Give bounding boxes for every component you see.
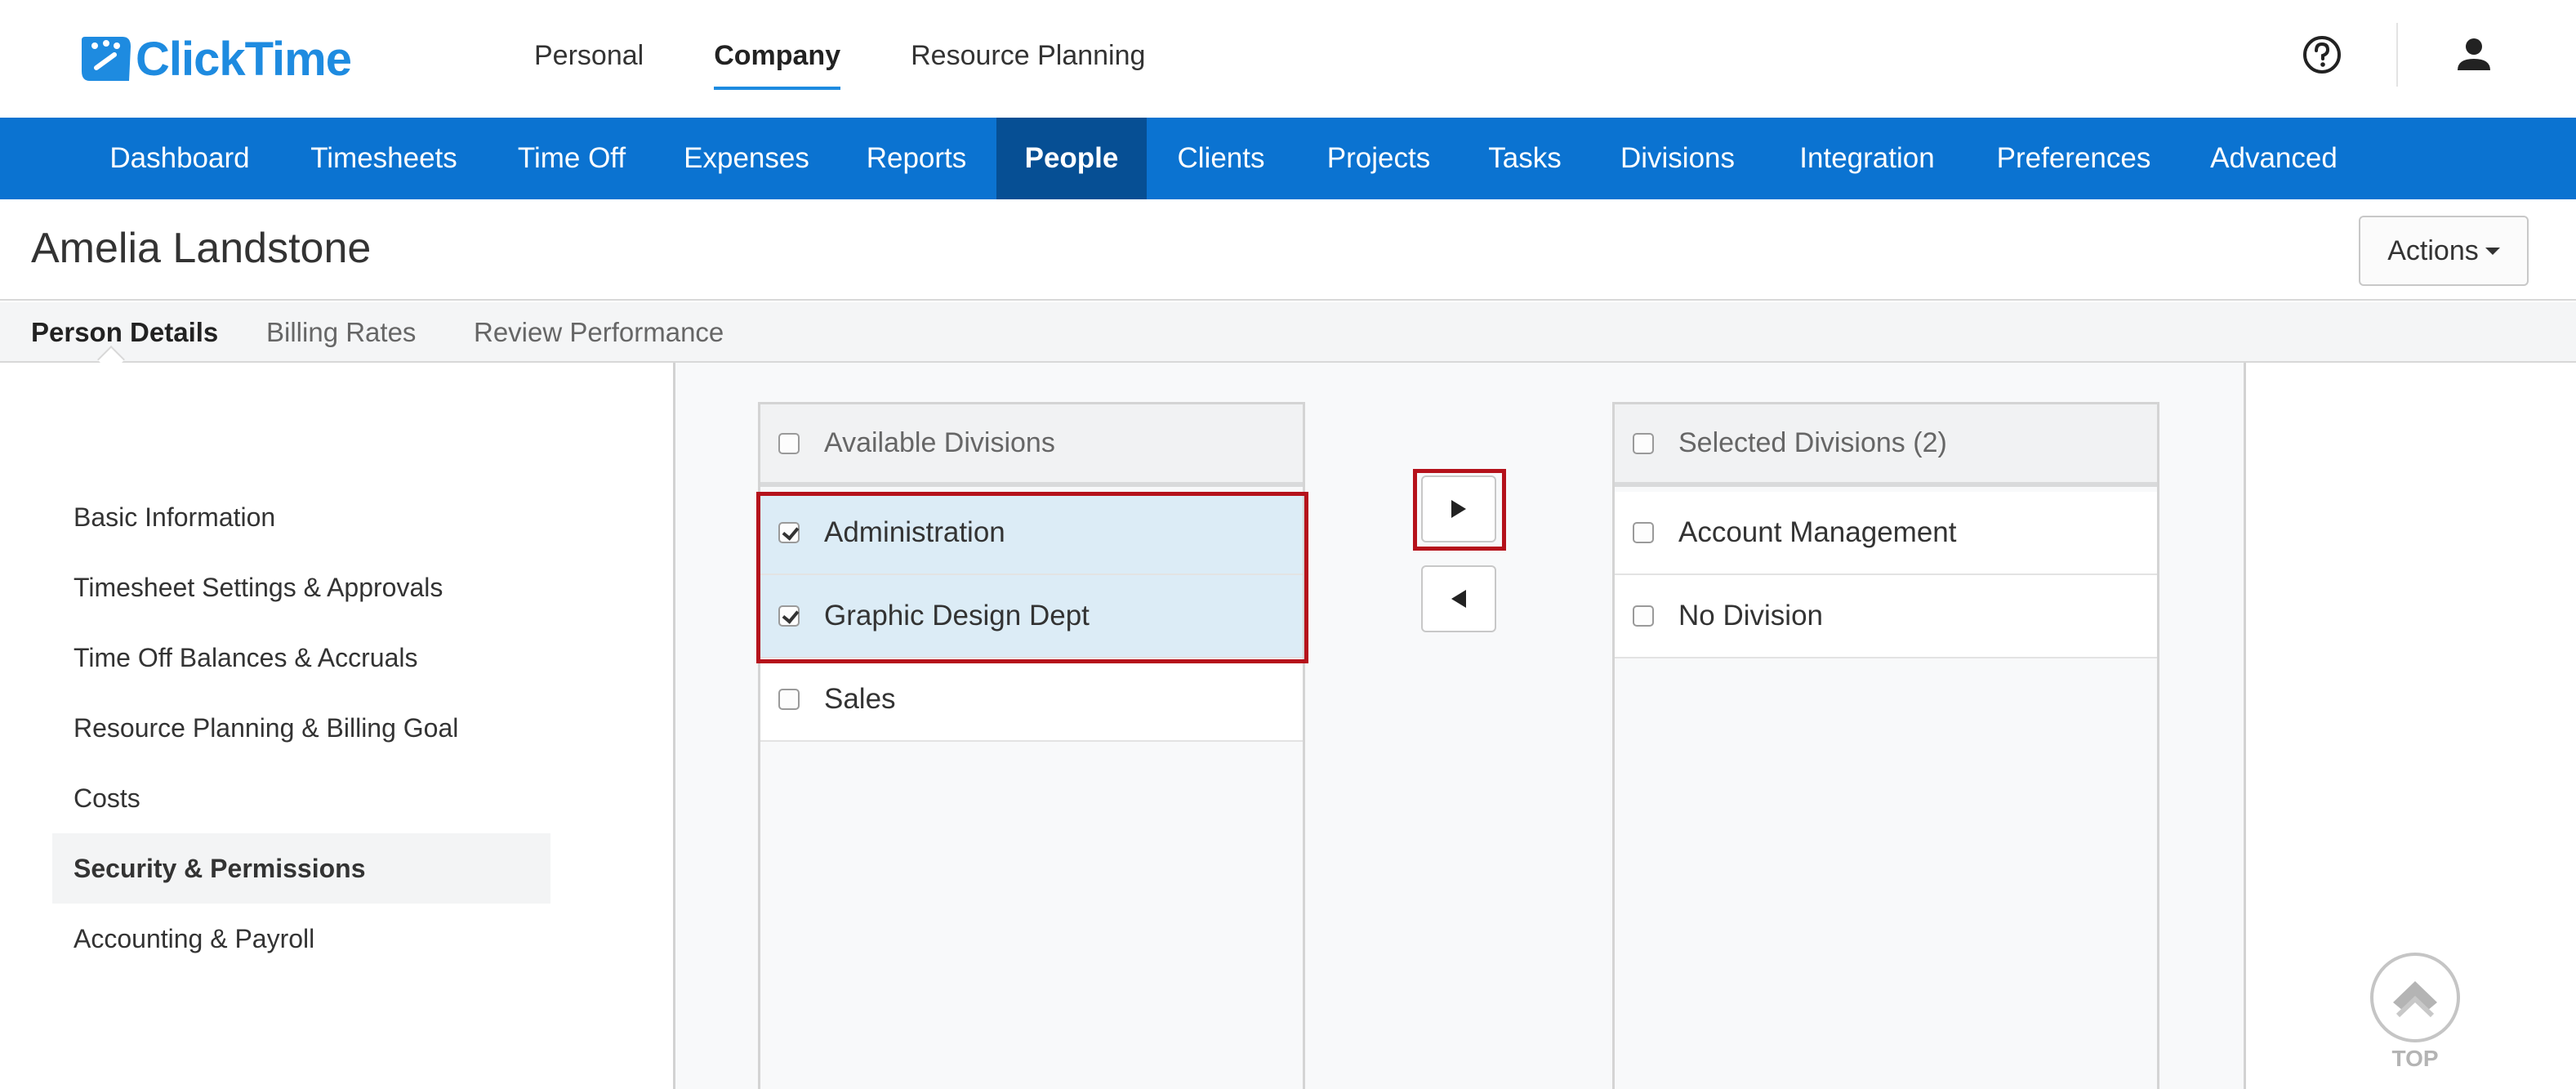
list-item-label: Account Management xyxy=(1678,516,1957,548)
top-nav-personal[interactable]: Personal xyxy=(534,33,644,87)
main-nav-tasks[interactable]: Tasks xyxy=(1475,118,1575,199)
available-divisions-header: Available Divisions xyxy=(760,402,1303,487)
user-icon[interactable] xyxy=(2453,34,2494,75)
list-item-label: Graphic Design Dept xyxy=(824,600,1090,632)
list-item-label: No Division xyxy=(1678,600,1823,632)
selected-divisions-title: Selected Divisions (2) xyxy=(1678,427,1947,458)
logo-text: ClickTime xyxy=(136,32,352,86)
main-nav: Dashboard Timesheets Time Off Expenses R… xyxy=(0,118,2576,199)
available-divisions-title: Available Divisions xyxy=(824,427,1055,458)
list-item-account-management[interactable]: Account Management xyxy=(1615,492,2157,575)
main-nav-time-off[interactable]: Time Off xyxy=(498,118,645,199)
top-nav: Personal Company Resource Planning xyxy=(534,33,1215,90)
side-menu-security-permissions[interactable]: Security & Permissions xyxy=(52,833,550,904)
main-nav-people[interactable]: People xyxy=(996,118,1147,199)
main-nav-preferences[interactable]: Preferences xyxy=(1980,118,2168,199)
main-nav-divisions[interactable]: Divisions xyxy=(1604,118,1751,199)
sales-checkbox[interactable] xyxy=(778,689,800,710)
back-to-top-label[interactable]: TOP xyxy=(2370,1046,2460,1072)
selected-divisions-list: Selected Divisions (2) Account Managemen… xyxy=(1612,402,2159,1089)
list-item-label: Administration xyxy=(824,516,1005,548)
side-menu-resource-planning[interactable]: Resource Planning & Billing Goal xyxy=(52,693,550,763)
remove-division-button[interactable] xyxy=(1421,565,1496,632)
main-nav-projects[interactable]: Projects xyxy=(1302,118,1455,199)
top-header: ClickTime Personal Company Resource Plan… xyxy=(0,0,2576,118)
main-nav-reports[interactable]: Reports xyxy=(846,118,987,199)
title-bar: Amelia Landstone Actions xyxy=(0,199,2576,301)
select-all-selected-checkbox[interactable] xyxy=(1633,432,1654,454)
main-nav-integration[interactable]: Integration xyxy=(1784,118,1950,199)
administration-checkbox[interactable] xyxy=(778,522,800,543)
main-nav-clients[interactable]: Clients xyxy=(1160,118,1282,199)
main-nav-timesheets[interactable]: Timesheets xyxy=(291,118,477,199)
tab-review-performance[interactable]: Review Performance xyxy=(474,302,724,363)
tab-billing-rates[interactable]: Billing Rates xyxy=(266,302,416,363)
actions-button[interactable]: Actions xyxy=(2359,216,2529,286)
arrow-right-icon xyxy=(1451,500,1466,518)
list-item-administration[interactable]: Administration xyxy=(760,492,1303,575)
list-item-no-division[interactable]: No Division xyxy=(1615,575,2157,658)
sub-tabs: Person Details Billing Rates Review Perf… xyxy=(0,302,2576,373)
chevron-up-icon xyxy=(2393,981,2437,1018)
clicktime-logo[interactable]: ClickTime xyxy=(78,28,352,90)
page-title: Amelia Landstone xyxy=(31,225,372,272)
side-menu-costs[interactable]: Costs xyxy=(52,763,550,833)
add-division-button[interactable] xyxy=(1421,475,1496,542)
main-nav-advanced[interactable]: Advanced xyxy=(2197,118,2351,199)
caret-down-icon xyxy=(2485,247,2500,255)
tab-person-details[interactable]: Person Details xyxy=(31,302,218,363)
list-item-graphic-design-dept[interactable]: Graphic Design Dept xyxy=(760,575,1303,658)
list-item-sales[interactable]: Sales xyxy=(760,658,1303,742)
side-menu-timesheet-settings[interactable]: Timesheet Settings & Approvals xyxy=(52,552,550,623)
select-all-available-checkbox[interactable] xyxy=(778,432,800,454)
main-nav-dashboard[interactable]: Dashboard xyxy=(82,118,278,199)
clock-logo-icon xyxy=(78,32,134,86)
header-divider xyxy=(2396,23,2398,87)
side-menu-accounting-payroll[interactable]: Accounting & Payroll xyxy=(52,904,550,974)
arrow-left-icon xyxy=(1451,590,1466,608)
selected-divisions-header: Selected Divisions (2) xyxy=(1615,402,2157,487)
side-menu: Basic Information Timesheet Settings & A… xyxy=(52,482,550,974)
available-divisions-list: Available Divisions Administration Graph… xyxy=(758,402,1305,1089)
top-nav-resource-planning[interactable]: Resource Planning xyxy=(911,33,1145,87)
actions-label: Actions xyxy=(2387,234,2479,266)
no-division-checkbox[interactable] xyxy=(1633,605,1654,627)
list-item-label: Sales xyxy=(824,683,896,715)
side-menu-time-off-balances[interactable]: Time Off Balances & Accruals xyxy=(52,623,550,693)
side-menu-basic-information[interactable]: Basic Information xyxy=(52,482,550,552)
main-nav-expenses[interactable]: Expenses xyxy=(666,118,827,199)
back-to-top-button[interactable] xyxy=(2370,953,2460,1042)
help-icon[interactable] xyxy=(2302,34,2342,75)
top-nav-company[interactable]: Company xyxy=(714,33,841,90)
graphic-design-checkbox[interactable] xyxy=(778,605,800,627)
account-management-checkbox[interactable] xyxy=(1633,522,1654,543)
